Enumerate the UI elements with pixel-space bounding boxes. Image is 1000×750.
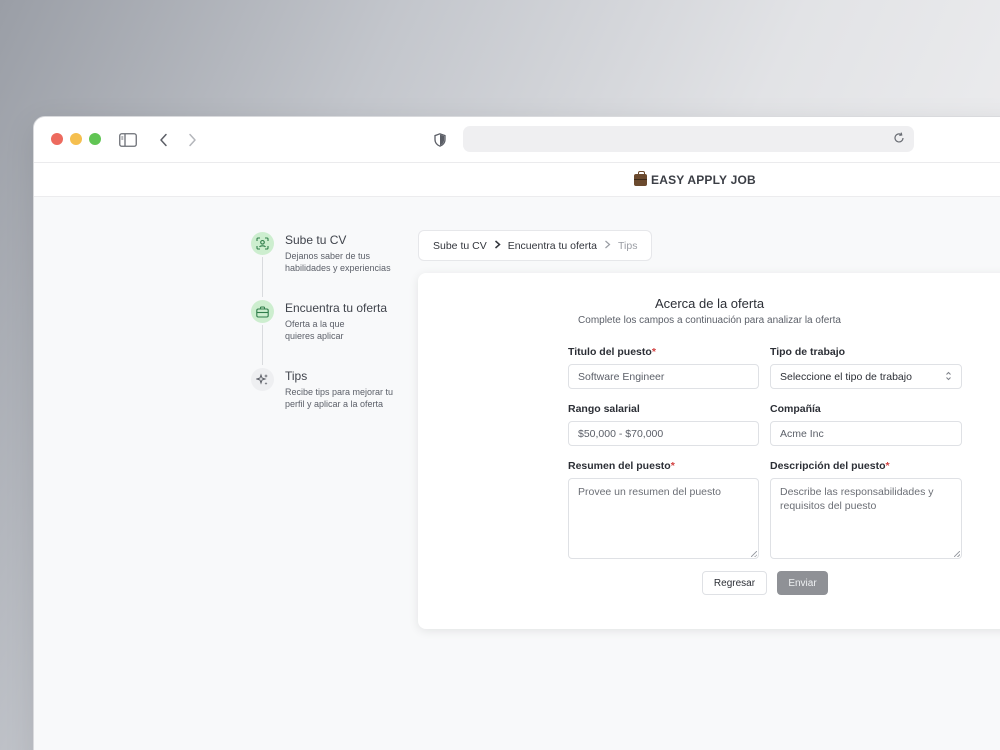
resize-handle-icon[interactable] <box>751 551 757 557</box>
window-controls <box>51 133 101 145</box>
forward-arrow-icon[interactable] <box>181 129 203 151</box>
job-title-label: Titulo del puesto* <box>568 346 656 358</box>
reload-icon[interactable] <box>892 131 908 147</box>
summary-placeholder: Provee un resumen del puesto <box>578 486 722 498</box>
step-connector <box>262 325 263 365</box>
resize-handle-icon[interactable] <box>954 551 960 557</box>
required-marker: * <box>670 460 675 472</box>
sidebar-toggle-icon[interactable] <box>117 129 139 151</box>
chevron-right-icon <box>494 239 501 252</box>
address-bar[interactable] <box>463 126 914 152</box>
description-label: Descripción del puesto* <box>770 460 890 472</box>
step-description: Oferta a la que quieres aplicar <box>285 318 401 342</box>
step-title: Sube tu CV <box>285 233 347 247</box>
description-textarea[interactable]: Describe las responsabilidades y requisi… <box>770 478 962 559</box>
step-description: Recibe tips para mejorar tu perfil y apl… <box>285 386 401 410</box>
select-arrows-icon <box>945 371 952 383</box>
job-title-input[interactable]: Software Engineer <box>568 364 759 389</box>
step-description-line: Oferta a la que <box>285 319 345 329</box>
browser-window: EASY APPLY JOB Sube tu CV Dejanos saber … <box>33 116 1000 750</box>
breadcrumb-current: Tips <box>618 239 638 252</box>
required-marker: * <box>651 346 656 358</box>
brand-name: EASY APPLY JOB <box>651 172 756 187</box>
breadcrumb: Sube tu CV Encuentra tu oferta Tips <box>418 230 653 261</box>
form-title: Acerca de la oferta <box>654 296 765 311</box>
sparkles-icon <box>251 368 274 391</box>
brand-logo[interactable]: EASY APPLY JOB <box>634 170 756 187</box>
scan-face-icon <box>251 232 274 255</box>
briefcase-icon <box>251 300 274 323</box>
form-subtitle: Complete los campos a continuación para … <box>578 315 841 326</box>
offer-form-card: Acerca de la oferta Complete los campos … <box>418 273 1000 629</box>
step-description-line: quieres aplicar <box>285 331 344 341</box>
job-title-label-text: Titulo del puesto <box>568 346 652 358</box>
chevron-right-icon <box>604 240 611 252</box>
step-description: Dejanos saber de tus habilidades y exper… <box>285 250 401 274</box>
submit-button[interactable]: Enviar <box>777 571 828 595</box>
step-find-offer[interactable]: Encuentra tu oferta Oferta a la que quie… <box>251 300 401 366</box>
company-label: Compañía <box>770 403 821 415</box>
breadcrumb-item[interactable]: Encuentra tu oferta <box>508 240 597 252</box>
back-arrow-icon[interactable] <box>153 129 175 151</box>
company-input[interactable]: Acme Inc <box>770 421 962 446</box>
step-connector <box>262 257 263 297</box>
step-tips[interactable]: Tips Recibe tips para mejorar tu perfil … <box>251 368 401 434</box>
job-type-select[interactable]: Seleccione el tipo de trabajo <box>770 364 962 389</box>
step-description-line: habilidades y experiencias <box>285 263 391 273</box>
summary-textarea[interactable]: Provee un resumen del puesto <box>568 478 759 559</box>
description-label-text: Descripción del puesto <box>770 460 886 472</box>
summary-label: Resumen del puesto* <box>568 460 675 472</box>
briefcase-logo-icon <box>634 170 647 186</box>
summary-label-text: Resumen del puesto <box>568 460 671 472</box>
step-description-line: Dejanos saber de tus <box>285 251 371 261</box>
job-type-label: Tipo de trabajo <box>770 346 846 358</box>
back-button[interactable]: Regresar <box>702 571 767 595</box>
required-marker: * <box>885 460 890 472</box>
progress-steps: Sube tu CV Dejanos saber de tus habilida… <box>251 230 401 434</box>
app-header: EASY APPLY JOB <box>34 163 1000 197</box>
salary-input[interactable]: $50,000 - $70,000 <box>568 421 759 446</box>
close-window-button[interactable] <box>51 133 63 145</box>
breadcrumb-item[interactable]: Sube tu CV <box>433 240 487 252</box>
page-content: Sube tu CV Dejanos saber de tus habilida… <box>34 197 1000 750</box>
step-title: Encuentra tu oferta <box>285 301 388 315</box>
description-placeholder: Describe las responsabilidades y requisi… <box>780 486 934 512</box>
browser-titlebar <box>34 117 1000 163</box>
step-title: Tips <box>285 369 308 383</box>
privacy-shield-icon[interactable] <box>429 129 451 151</box>
job-type-value: Seleccione el tipo de trabajo <box>780 370 912 383</box>
step-description-line: Recibe tips para mejorar tu <box>285 387 394 397</box>
step-upload-cv[interactable]: Sube tu CV Dejanos saber de tus habilida… <box>251 232 401 298</box>
step-description-line: perfil y aplicar a la oferta <box>285 399 384 409</box>
minimize-window-button[interactable] <box>70 133 82 145</box>
salary-label: Rango salarial <box>568 403 640 415</box>
maximize-window-button[interactable] <box>89 133 101 145</box>
